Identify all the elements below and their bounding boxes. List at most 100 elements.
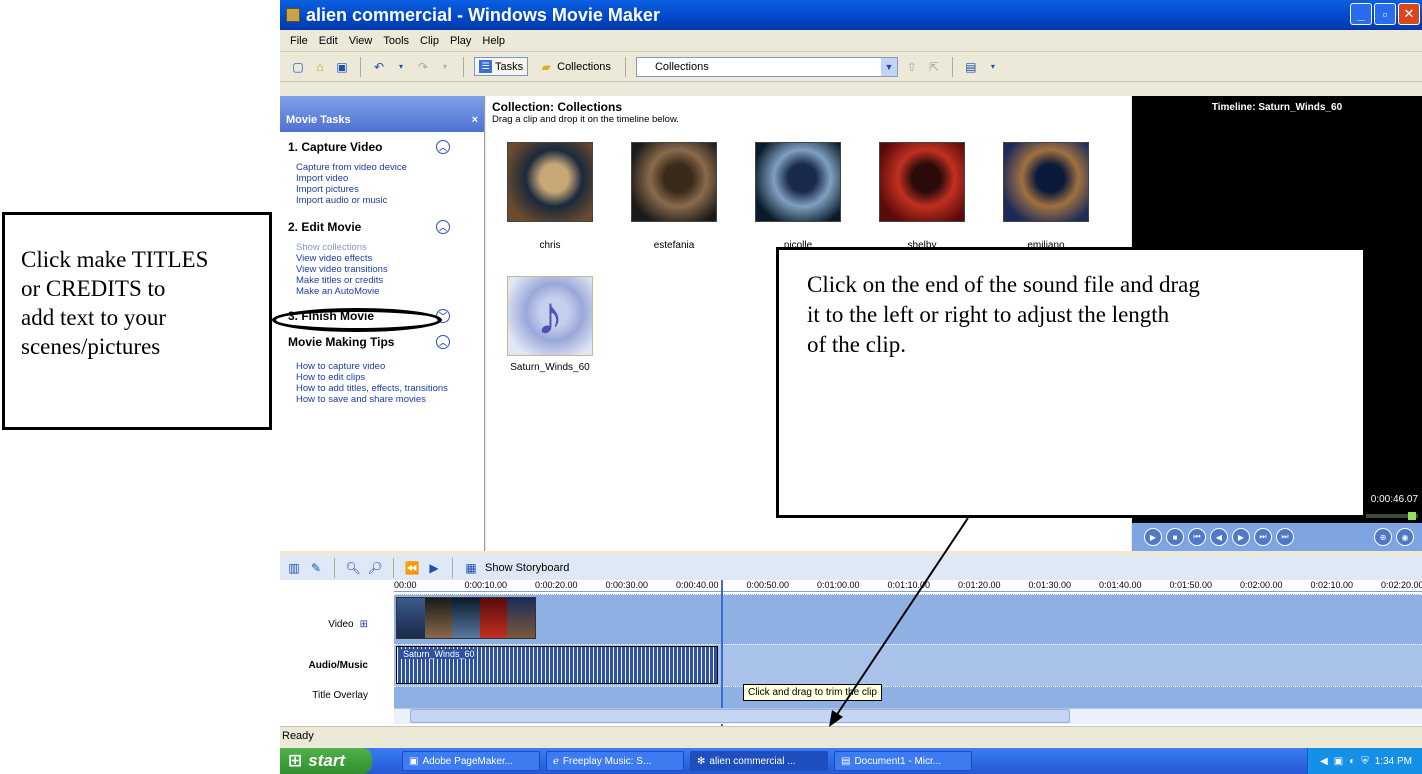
windows-taskbar: ⊞ start ▣ Adobe PageMaker... ℯ Freeplay … [280, 748, 1422, 774]
link-view-video-effects[interactable]: View video effects [296, 253, 484, 264]
menu-file[interactable]: File [290, 35, 308, 47]
link-tip-capture[interactable]: How to capture video [296, 361, 484, 372]
menu-clip[interactable]: Clip [420, 35, 439, 47]
menu-edit[interactable]: Edit [319, 35, 338, 47]
taskbar-freeplay-music[interactable]: ℯ Freeplay Music: S... [546, 751, 684, 771]
views-dropdown-icon[interactable]: ▾ [985, 59, 1001, 75]
track-label-video: Video ⊞ [280, 604, 394, 644]
collections-button[interactable]: ▰ Collections [534, 57, 615, 77]
redo-dropdown-icon[interactable]: ▾ [437, 59, 453, 75]
minimize-button[interactable]: _ [1350, 3, 1372, 25]
link-tip-edit-clips[interactable]: How to edit clips [296, 372, 484, 383]
ruler-tick: 0:00:20.00 [535, 580, 578, 590]
play-timeline-icon[interactable]: ▶ [426, 560, 442, 576]
clip-thumbnail[interactable]: ♪ Saturn_Winds_60 [504, 276, 596, 373]
close-pane-icon[interactable]: × [472, 114, 478, 126]
collections-combo[interactable]: Collections ▼ [635, 56, 898, 77]
section-title[interactable]: Movie Making Tips [288, 335, 394, 349]
taskbar-word-document[interactable]: ▤ Document1 - Micr... [834, 751, 972, 771]
video-clip-strip[interactable] [396, 597, 536, 639]
taskbar-pagemaker[interactable]: ▣ Adobe PageMaker... [402, 751, 540, 771]
clip-thumbnail[interactable]: nicolle [752, 142, 844, 251]
menu-play[interactable]: Play [450, 35, 471, 47]
forward-icon[interactable]: ▶ [1232, 528, 1250, 546]
next-frame-icon[interactable]: ⏭ [1254, 528, 1272, 546]
annotation-line: add text to your [21, 305, 166, 330]
audio-clip[interactable]: Saturn_Winds_60 [396, 646, 718, 684]
save-project-icon[interactable]: ▣ [334, 59, 350, 75]
up-one-level-icon[interactable]: ⇧ [904, 59, 920, 75]
collapse-chevron-icon[interactable]: ︿ [436, 140, 450, 154]
narrate-timeline-icon[interactable]: ✎ [308, 560, 324, 576]
link-make-titles-credits[interactable]: Make titles or credits [296, 275, 484, 286]
open-project-icon[interactable]: ⌂ [312, 59, 328, 75]
menu-help[interactable]: Help [482, 35, 505, 47]
storyboard-icon[interactable]: ▦ [463, 560, 479, 576]
section-title[interactable]: 1. Capture Video [288, 140, 382, 154]
chevron-down-icon[interactable]: ▼ [880, 57, 897, 76]
video-track[interactable] [394, 594, 1422, 644]
link-show-collections[interactable]: Show collections [296, 242, 484, 253]
menu-view[interactable]: View [349, 35, 373, 47]
views-icon[interactable]: ▤ [963, 59, 979, 75]
title-bar: alien commercial - Windows Movie Maker _… [280, 0, 1422, 30]
link-tip-save-share[interactable]: How to save and share movies [296, 394, 484, 405]
timeline-scrollbar[interactable] [394, 708, 1422, 724]
taskbar-movie-maker[interactable]: ✻ alien commercial ... [690, 751, 828, 771]
tray-security-icon[interactable]: ⛨ [1361, 756, 1369, 767]
play-icon[interactable]: ▶ [1144, 528, 1162, 546]
set-audio-levels-icon[interactable]: ▥ [286, 560, 302, 576]
clip-image [879, 142, 965, 222]
new-collection-folder-icon[interactable]: ⇱ [926, 59, 942, 75]
rewind-icon[interactable]: ◀ [1210, 528, 1228, 546]
redo-icon[interactable]: ↷ [415, 59, 431, 75]
ruler-tick: 0:01:30.00 [1028, 580, 1072, 590]
scrollbar-thumb[interactable] [410, 709, 1070, 723]
movie-maker-app-icon [286, 8, 300, 22]
title-overlay-track[interactable] [394, 686, 1422, 708]
link-make-automovie[interactable]: Make an AutoMovie [296, 286, 484, 297]
link-view-video-transitions[interactable]: View video transitions [296, 264, 484, 275]
link-import-video[interactable]: Import video [296, 173, 484, 184]
section-title[interactable]: 2. Edit Movie [288, 220, 361, 234]
start-button[interactable]: ⊞ start [280, 748, 372, 774]
close-button[interactable]: ✕ [1398, 3, 1420, 25]
menu-tools[interactable]: Tools [383, 35, 409, 47]
playhead[interactable] [721, 580, 723, 726]
rewind-timeline-icon[interactable]: ⏪ [404, 560, 420, 576]
ruler-tick: 0:01:10.00 [887, 580, 931, 590]
zoom-in-icon[interactable]: 🔍︎ [345, 560, 361, 576]
tray-network-icon[interactable]: ▣ [1334, 756, 1343, 767]
tray-clock[interactable]: 1:34 PM [1375, 756, 1412, 767]
previous-frame-icon[interactable]: ⏮ [1188, 528, 1206, 546]
split-clip-icon[interactable]: ⊕ [1374, 528, 1392, 546]
tray-arrow-icon[interactable]: ◀ [1320, 756, 1328, 767]
tray-volume-icon[interactable]: ◐ [1349, 756, 1355, 767]
clip-thumbnail[interactable]: emiliano [1000, 142, 1092, 251]
clip-thumbnail[interactable]: estefania [628, 142, 720, 251]
time-ruler[interactable]: 00:00 0:00:10.00 0:00:20.00 0:00:30.00 0:00:… [394, 580, 1422, 592]
collapse-chevron-icon[interactable]: ︿ [436, 220, 450, 234]
clip-thumbnail[interactable]: chris [504, 142, 596, 251]
collapse-chevron-icon[interactable]: ︿ [436, 335, 450, 349]
maximize-button[interactable]: ▫ [1374, 3, 1396, 25]
undo-icon[interactable]: ↶ [371, 59, 387, 75]
expand-track-icon[interactable]: ⊞ [360, 619, 368, 630]
zoom-out-icon[interactable]: 🔎︎ [367, 560, 383, 576]
new-project-icon[interactable]: ▢ [290, 59, 306, 75]
link-import-pictures[interactable]: Import pictures [296, 184, 484, 195]
link-tip-titles-effects[interactable]: How to add titles, effects, transitions [296, 383, 484, 394]
undo-dropdown-icon[interactable]: ▾ [393, 59, 409, 75]
end-icon[interactable]: ⏭ [1276, 528, 1294, 546]
clip-image [1003, 142, 1089, 222]
collections-label: Collections [557, 60, 611, 73]
stop-icon[interactable]: ■ [1166, 528, 1184, 546]
link-capture-from-device[interactable]: Capture from video device [296, 162, 484, 173]
clip-name: estefania [653, 240, 695, 251]
show-storyboard-button[interactable]: Show Storyboard [485, 562, 569, 574]
ruler-tick: 0:00:10.00 [464, 580, 508, 590]
take-picture-icon[interactable]: ◉ [1396, 528, 1414, 546]
clip-thumbnail[interactable]: shelby [876, 142, 968, 251]
link-import-audio[interactable]: Import audio or music [296, 195, 484, 206]
tasks-button[interactable]: ☰ Tasks [474, 57, 529, 76]
